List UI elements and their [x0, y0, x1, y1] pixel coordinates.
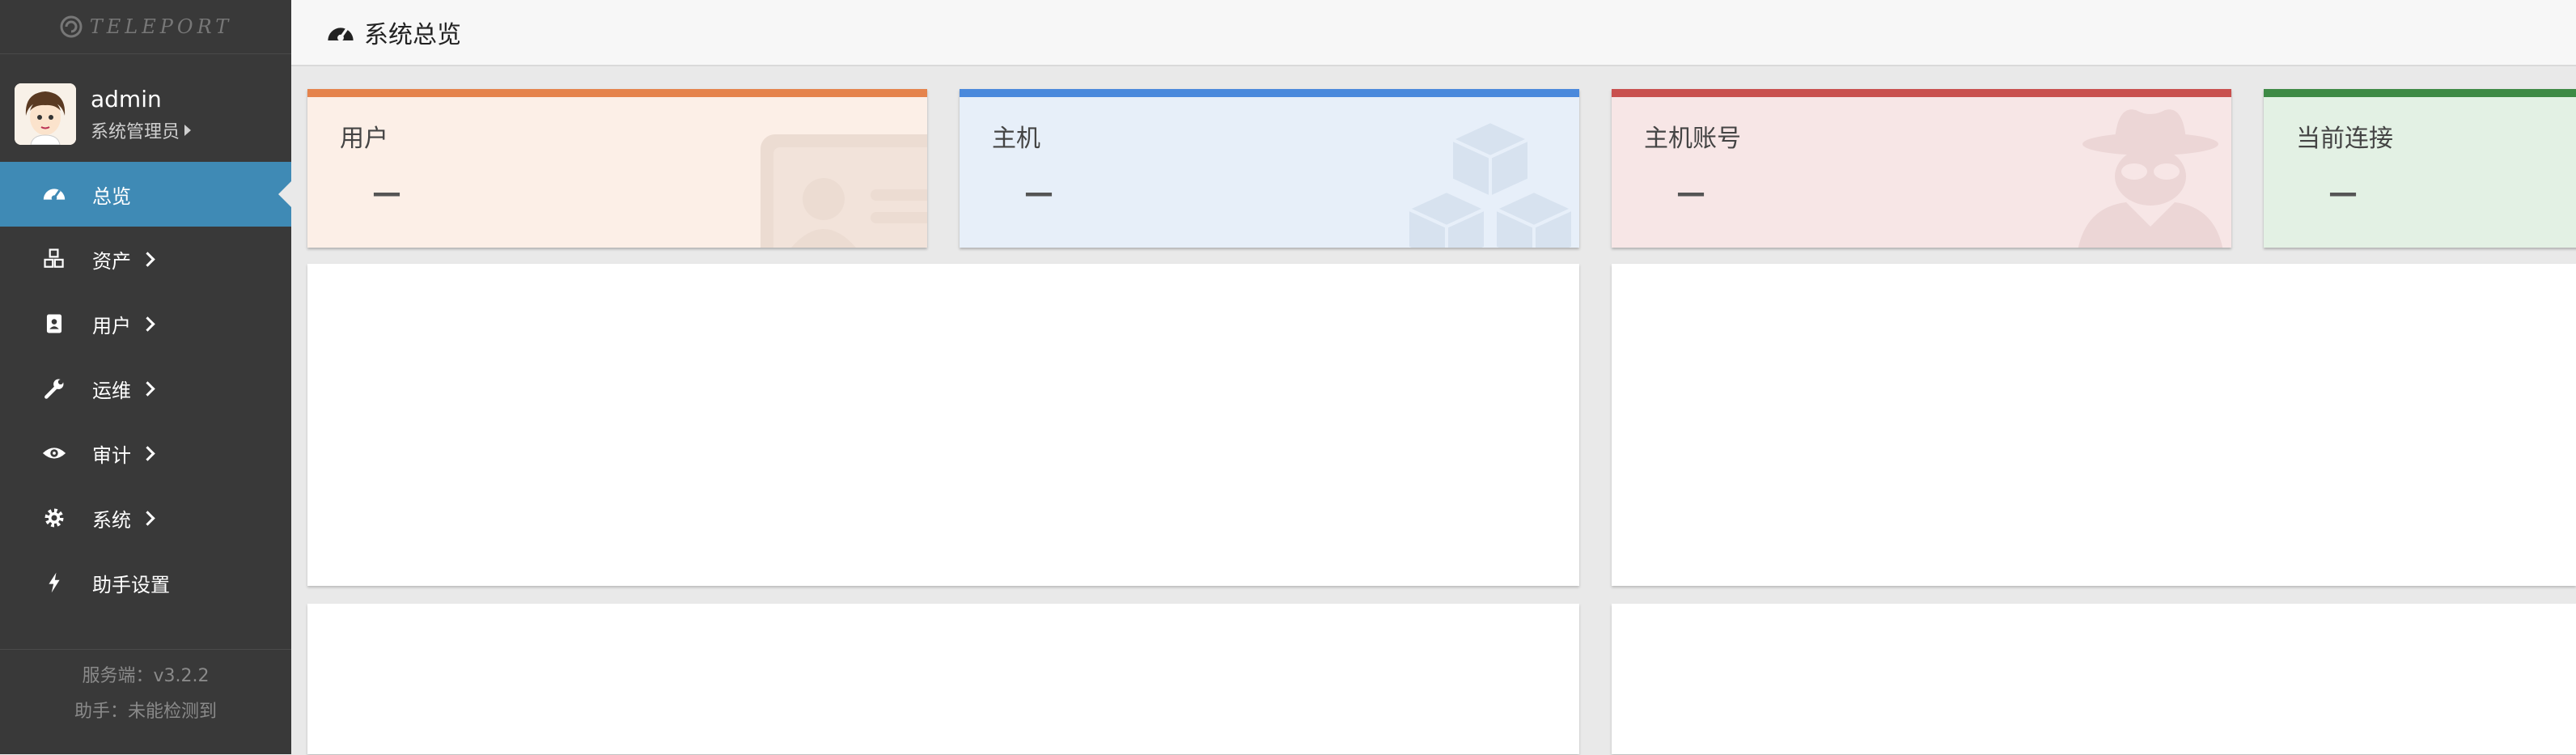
dashboard-panel [307, 604, 1579, 754]
chevron-right-icon [140, 251, 155, 267]
user-profile: admin 系统管理员 [0, 66, 291, 162]
username: admin [91, 85, 162, 112]
sidebar-item-overview[interactable]: 总览 [0, 162, 291, 227]
stat-card-label: 主机 [992, 125, 1040, 153]
stat-card-label: 用户 [340, 125, 388, 153]
sidebar-item-audit[interactable]: 审计 [0, 421, 291, 486]
stat-card-label: 主机账号 [1644, 125, 1741, 153]
sidebar-item-users[interactable]: 用户 [0, 291, 291, 356]
stat-card-value: — [1024, 176, 1053, 210]
chevron-right-icon [140, 445, 155, 461]
stat-card-host-accounts[interactable]: 主机账号 — [1612, 89, 2231, 248]
chevron-right-icon [140, 510, 155, 526]
stat-card-label: 当前连接 [2296, 125, 2393, 153]
sidebar-item-label: 用户 [92, 314, 131, 337]
gear-icon [40, 504, 68, 532]
dashboard-panel [1612, 604, 2576, 754]
stat-card-current-connections[interactable]: 当前连接 — [2264, 89, 2576, 248]
sidebar-item-label: 助手设置 [92, 573, 170, 596]
role-menu[interactable]: 系统管理员 [91, 117, 192, 143]
sidebar-item-assets[interactable]: 资产 [0, 227, 291, 291]
sidebar-item-label: 系统 [92, 508, 131, 532]
stat-card-value: — [372, 176, 401, 210]
stat-card-value: — [1676, 176, 1705, 210]
page-title: 系统总览 [364, 21, 461, 49]
sidebar-item-label: 运维 [92, 379, 131, 402]
sidebar-nav: 总览 资产 用户 运维 审计 系统 助手设置 [0, 162, 291, 615]
chevron-right-icon [140, 316, 155, 332]
logo[interactable]: TELEPORT [0, 0, 291, 54]
stat-card-value: — [2328, 176, 2358, 210]
cubes-icon [1404, 119, 1577, 248]
dashboard-panel [1612, 264, 2576, 586]
logo-text: TELEPORT [89, 15, 233, 38]
sidebar-item-assistant-settings[interactable]: 助手设置 [0, 550, 291, 615]
stat-card-hosts[interactable]: 主机 — [960, 89, 1579, 248]
assistant-status: 助手：未能检测到 [74, 702, 217, 722]
user-secret-icon [2078, 109, 2223, 248]
id-card-icon [761, 134, 927, 248]
caret-right-icon [184, 124, 192, 136]
sidebar-item-label: 资产 [92, 249, 131, 273]
sidebar: TELEPORT admin 系统管理员 总览 资产 用户 运维 审计 系统 助… [0, 0, 291, 754]
cubes-icon [40, 245, 68, 273]
chevron-right-icon [140, 380, 155, 397]
dashboard-panel [307, 264, 1579, 586]
address-book-icon [40, 310, 68, 337]
sidebar-item-label: 总览 [92, 185, 131, 208]
wrench-icon [40, 375, 68, 402]
sidebar-item-system[interactable]: 系统 [0, 486, 291, 550]
teleport-logo-icon [60, 15, 83, 38]
sidebar-item-label: 审计 [92, 443, 131, 467]
server-version: 服务端：v3.2.2 [82, 666, 210, 686]
avatar[interactable] [15, 83, 76, 145]
stat-card-users[interactable]: 用户 — [307, 89, 927, 248]
role-label: 系统管理员 [91, 121, 180, 142]
dashboard-icon [40, 180, 68, 208]
sidebar-item-operations[interactable]: 运维 [0, 356, 291, 421]
page-header: 系统总览 [291, 0, 2576, 66]
dashboard-icon [328, 28, 354, 41]
bolt-icon [40, 569, 68, 596]
eye-icon [40, 439, 68, 467]
version-info: 服务端：v3.2.2 助手：未能检测到 [0, 649, 291, 755]
